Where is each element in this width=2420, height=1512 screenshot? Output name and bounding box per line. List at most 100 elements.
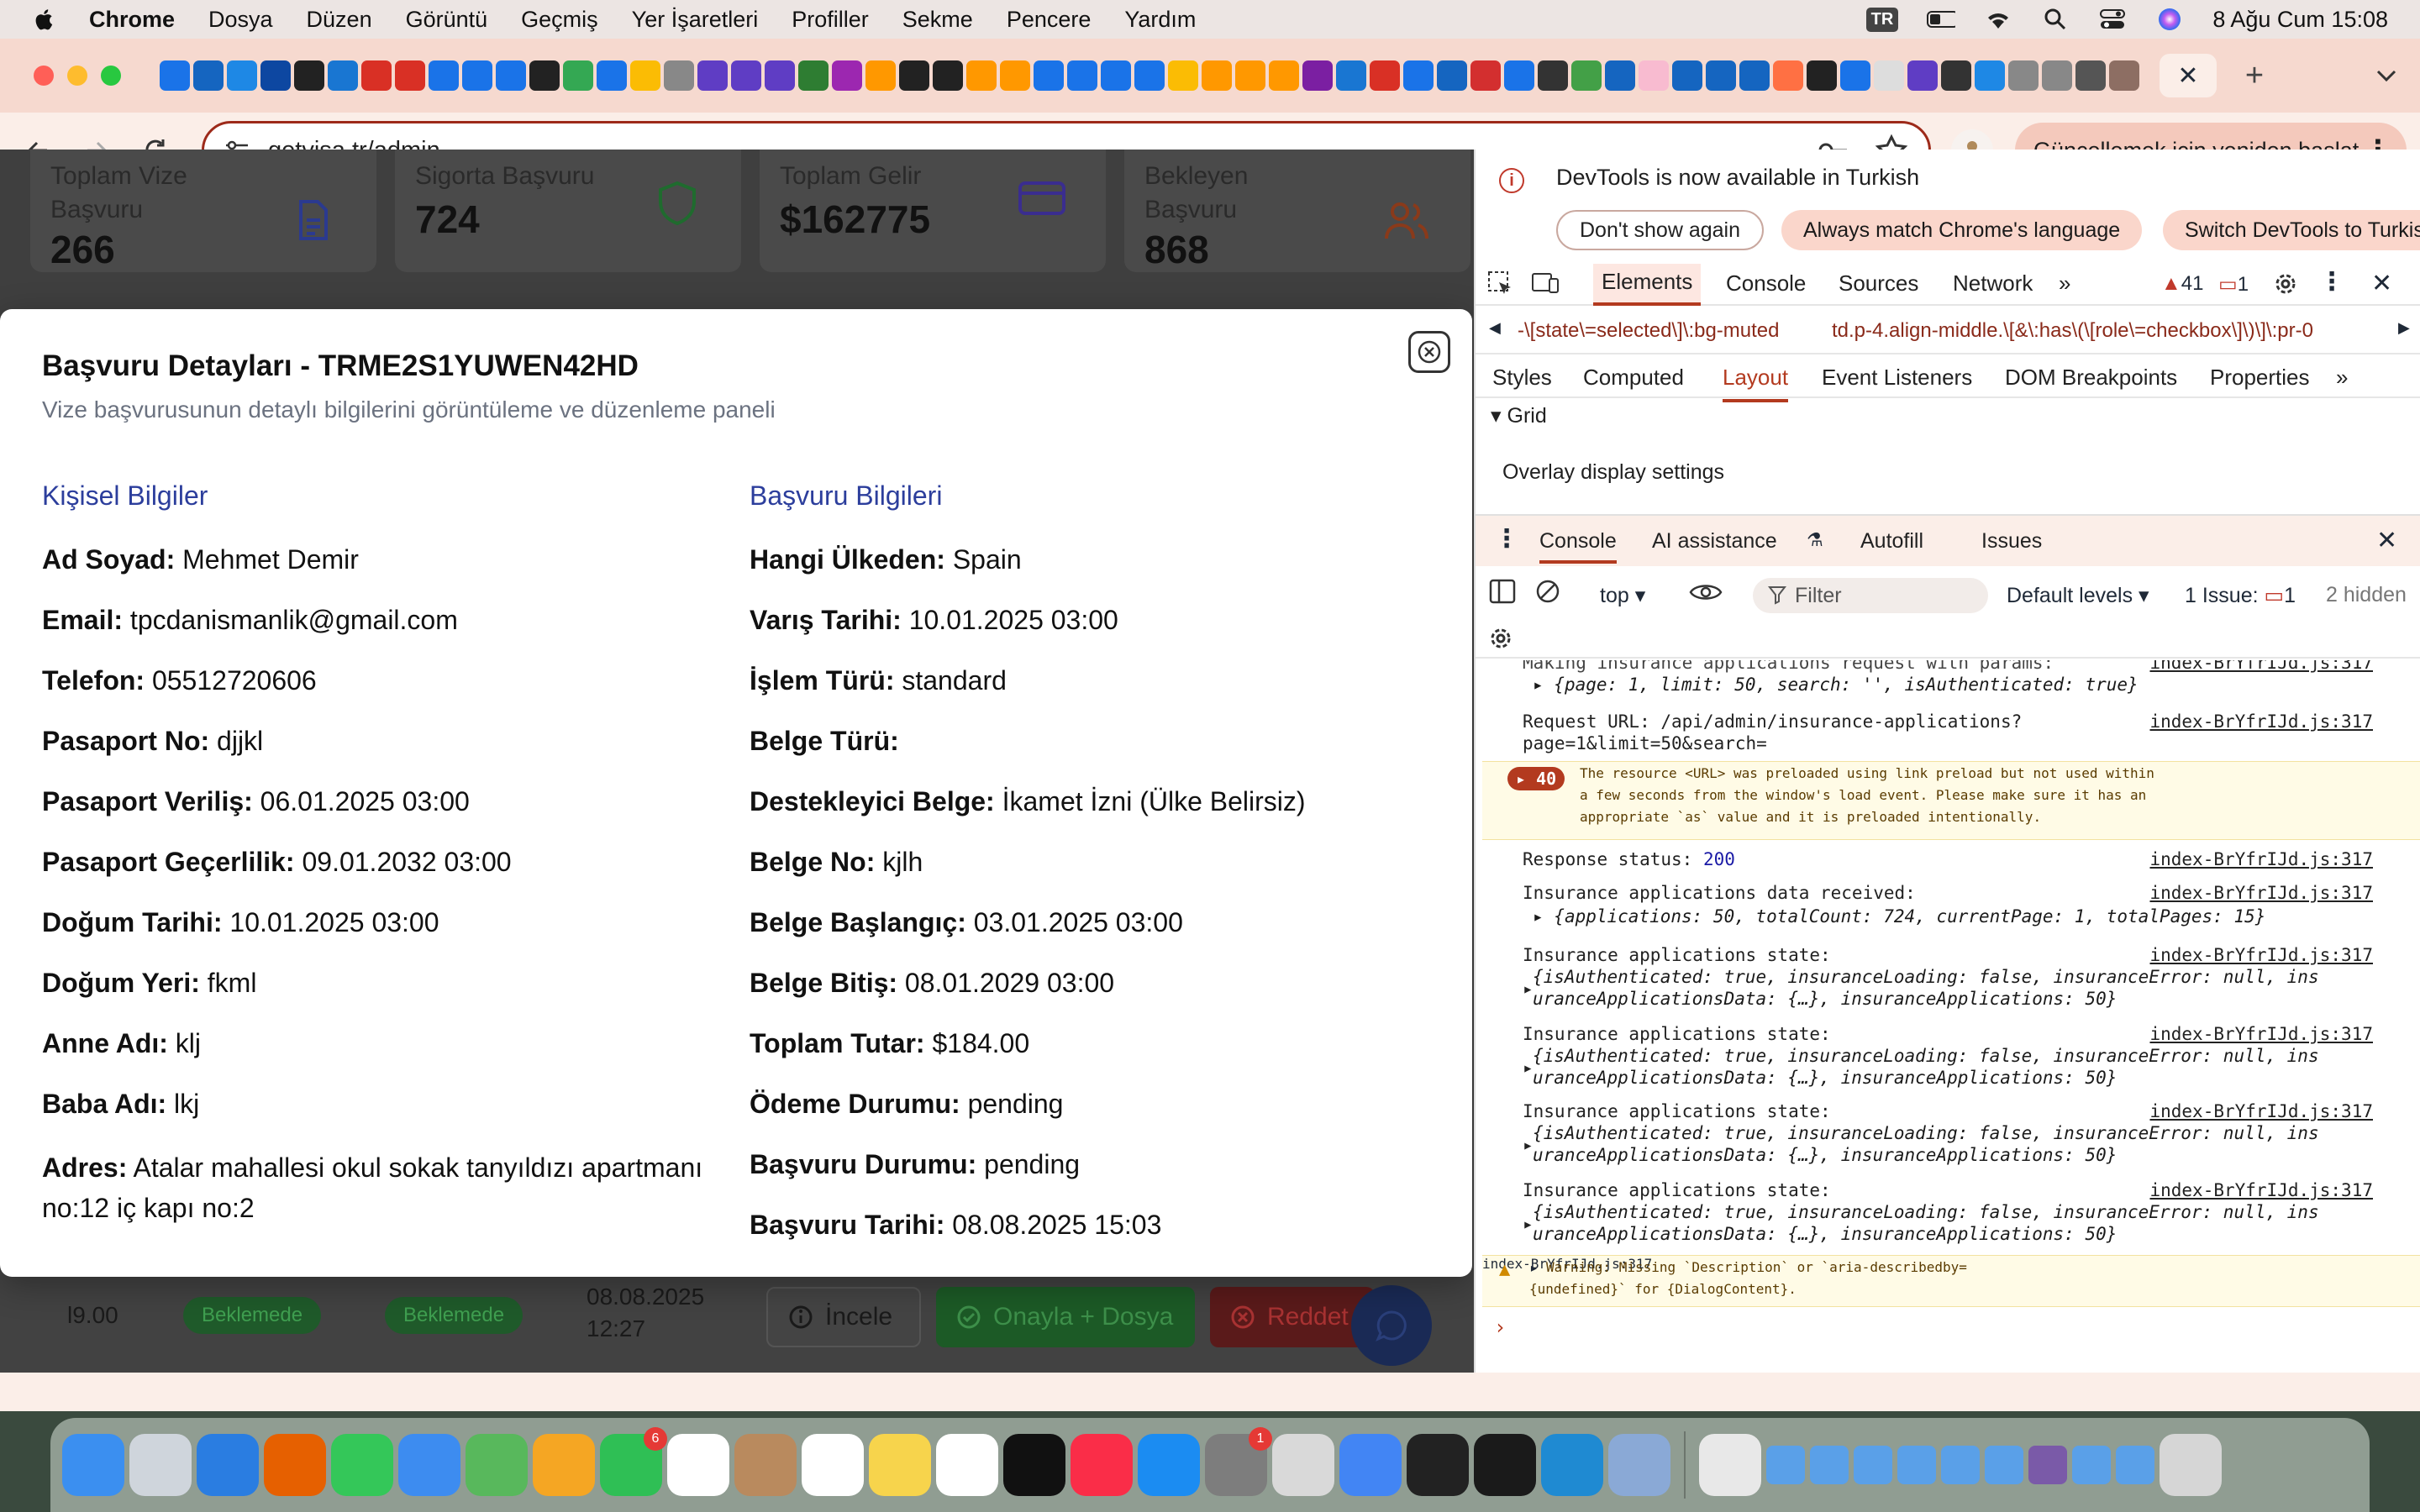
data-object[interactable]: ▸ {applications: 50, totalCount: 724, cu… [1533,906,2265,927]
pinned-tab-favicon[interactable] [1773,60,1803,91]
firefox-icon[interactable] [264,1434,326,1496]
pinned-tab-favicon[interactable] [899,60,929,91]
menu-window[interactable]: Pencere [1007,7,1092,33]
expand-triangle-icon[interactable]: ▸ [1523,1134,1534,1156]
tab-sources[interactable]: Sources [1839,270,1918,297]
menu-app-name[interactable]: Chrome [89,7,175,33]
match-chrome-language-button[interactable]: Always match Chrome's language [1781,210,2143,250]
folder-icon[interactable] [2072,1446,2111,1484]
state-object-text[interactable]: {isAuthenticated: true, insuranceLoading… [1533,1045,2319,1067]
subtab-dom-breakpoints[interactable]: DOM Breakpoints [2005,365,2177,391]
chat-fab-button[interactable] [1351,1285,1432,1366]
subtab-styles[interactable]: Styles [1492,365,1552,391]
input-source-badge[interactable]: TR [1865,7,1899,32]
minimize-window-button[interactable] [67,66,87,86]
pinned-tab-favicon[interactable] [1302,60,1333,91]
contacts-icon[interactable] [734,1434,797,1496]
subtab-layout[interactable]: Layout [1723,365,1789,402]
expand-triangle-icon[interactable]: ▸ [1523,1057,1534,1079]
tab-elements[interactable]: Elements [1593,264,1702,306]
pinned-tab-favicon[interactable] [1605,60,1635,91]
pinned-tab-favicon[interactable] [1739,60,1770,91]
expand-triangle-icon[interactable]: ▸ [1523,978,1534,1000]
pinned-tab-favicon[interactable] [2075,60,2106,91]
folder-icon[interactable] [1854,1446,1892,1484]
pinned-tab-favicon[interactable] [1975,60,2005,91]
pinned-tab-favicon[interactable] [1470,60,1501,91]
folder-icon[interactable] [2116,1446,2154,1484]
console-prompt[interactable]: › [1494,1315,1506,1339]
log-source-link[interactable]: index-BrYfrIJd.js:317 [2149,660,2373,674]
launchpad-icon[interactable] [129,1434,192,1496]
reminders-icon[interactable] [802,1434,864,1496]
menu-profiles[interactable]: Profiller [792,7,869,33]
log-source-link[interactable]: index-BrYfrIJd.js:317 [2149,1100,2373,1122]
subtab-event-listeners[interactable]: Event Listeners [1822,365,1972,391]
subtab-properties[interactable]: Properties [2210,365,2310,391]
new-tab-button[interactable]: + [2231,54,2278,97]
pinned-tab-favicon[interactable] [1034,60,1064,91]
pinned-tab-favicon[interactable] [1168,60,1198,91]
app-store-icon[interactable] [1138,1434,1200,1496]
issues-counter[interactable]: 1 Issue: ▭1 [2185,583,2296,608]
pinned-tab-favicon[interactable] [630,60,660,91]
reject-button[interactable]: Reddet [1210,1287,1375,1347]
menu-history[interactable]: Geçmiş [521,7,598,33]
pinned-tab-favicon[interactable] [1235,60,1265,91]
menubar-clock[interactable]: 8 Ağu Cum 15:08 [2212,7,2388,33]
console-filter-input[interactable]: Filter [1753,578,1988,613]
pinned-tab-favicon[interactable] [1571,60,1602,91]
pinned-tab-favicon[interactable] [1134,60,1165,91]
sidebar-toggle-icon[interactable] [1489,578,1516,609]
console-settings-gear-icon[interactable] [1487,625,1514,656]
breadcrumb-item-selected[interactable]: td.p-4.align-middle.\[&\:has\(\[role\=ch… [1832,319,2313,343]
pinned-tab-favicon[interactable] [731,60,761,91]
tab-search-button[interactable] [2365,54,2407,97]
state-object-text[interactable]: {isAuthenticated: true, insuranceLoading… [1533,1122,2319,1144]
apple-menu-icon[interactable] [32,5,57,34]
pinned-tab-favicon[interactable] [697,60,728,91]
active-tab-close-button[interactable]: ✕ [2160,54,2217,97]
photos-icon[interactable] [533,1434,595,1496]
close-window-button[interactable] [34,66,54,86]
folder-icon[interactable] [2028,1446,2067,1484]
close-devtools-icon[interactable]: ✕ [2371,269,2392,298]
cube-app-icon[interactable] [1474,1434,1536,1496]
folder-icon[interactable] [1897,1446,1936,1484]
pinned-tab-favicon[interactable] [865,60,896,91]
menu-view[interactable]: Görüntü [406,7,488,33]
pinned-tab-favicon[interactable] [1067,60,1097,91]
pinned-tab-favicon[interactable] [563,60,593,91]
battery-icon[interactable] [1927,7,1956,32]
pinned-tab-favicon[interactable] [2008,60,2039,91]
chrome-icon[interactable] [1339,1434,1402,1496]
more-tabs-icon[interactable]: » [2059,270,2070,297]
document-stack-icon[interactable] [1699,1434,1761,1496]
notes-icon[interactable] [869,1434,931,1496]
pinned-tab-favicon[interactable] [1403,60,1434,91]
clear-console-icon[interactable] [1534,578,1561,609]
approve-upload-button[interactable]: Onayla + Dosya [936,1287,1195,1347]
log-source-link[interactable]: index-BrYfrIJd.js:317 [2149,848,2373,870]
pinned-tab-favicon[interactable] [395,60,425,91]
pinned-tab-favicon[interactable] [1336,60,1366,91]
inspect-element-icon[interactable] [1487,270,1514,303]
close-drawer-icon[interactable]: ✕ [2376,526,2397,555]
pinned-tab-favicon[interactable] [597,60,627,91]
maps-icon[interactable] [466,1434,528,1496]
pinned-tab-favicon[interactable] [798,60,829,91]
wifi-icon[interactable] [1984,7,2012,32]
messages-icon[interactable] [331,1434,393,1496]
pinned-tab-favicon[interactable] [1000,60,1030,91]
log-levels-dropdown[interactable]: Default levels ▾ [2007,583,2149,608]
subtab-computed[interactable]: Computed [1583,365,1684,391]
settings-gear-icon[interactable] [2272,270,2299,303]
menu-help[interactable]: Yardım [1124,7,1196,33]
warnings-counter[interactable]: ▲41 [2161,272,2203,296]
pinned-tab-favicon[interactable] [1101,60,1131,91]
facetime-icon[interactable]: 6 [600,1427,667,1496]
state-object-text[interactable]: {isAuthenticated: true, insuranceLoading… [1533,966,2319,988]
pinned-tab-favicon[interactable] [462,60,492,91]
siri-icon[interactable] [2155,7,2184,32]
log-source-link[interactable]: index-BrYfrIJd.js:317 [2149,1179,2373,1201]
